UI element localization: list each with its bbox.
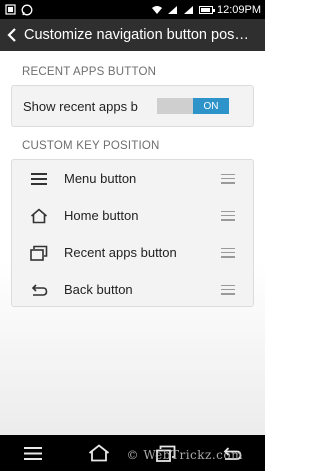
status-bar: 12:09PM [0, 0, 265, 19]
page-title: Customize navigation button pos… [24, 27, 249, 43]
wifi-icon [151, 4, 163, 16]
drag-handle-icon[interactable] [221, 210, 235, 221]
drag-handle-icon[interactable] [221, 247, 235, 258]
section-header-custom-key: CUSTOM KEY POSITION [22, 140, 160, 152]
list-item[interactable]: Recent apps button [12, 234, 253, 271]
status-left-icons [4, 4, 33, 16]
list-item-label: Menu button [64, 171, 137, 186]
nav-menu-button[interactable] [13, 438, 53, 468]
list-item[interactable]: Home button [12, 197, 253, 234]
drag-handle-icon[interactable] [221, 173, 235, 184]
menu-icon [24, 446, 43, 460]
watermark: © WebTrickz.com [126, 448, 243, 462]
list-item[interactable]: Menu button [12, 160, 253, 197]
recent-apps-toggle[interactable]: ON [157, 98, 229, 114]
list-item-label: Back button [64, 282, 133, 297]
battery-icon [198, 5, 215, 14]
toggle-off-segment [157, 98, 193, 114]
drag-handle-icon[interactable] [221, 284, 235, 295]
status-time: 12:09PM [216, 3, 261, 16]
home-icon [29, 206, 49, 226]
action-bar: Customize navigation button pos… [0, 19, 265, 51]
list-item-label: Home button [64, 208, 139, 223]
home-icon [89, 444, 110, 462]
signal-icon [167, 4, 179, 16]
custom-key-card: Menu button Home button Recent apps butt… [11, 159, 254, 307]
toggle-on-segment: ON [193, 98, 229, 114]
section-header-recent-apps: RECENT APPS BUTTON [22, 66, 157, 78]
status-right-icons: 12:09PM [151, 4, 261, 16]
toggle-label: Show recent apps b [23, 98, 138, 114]
recent-apps-card: Show recent apps b ON [11, 85, 254, 127]
settings-content: RECENT APPS BUTTON Show recent apps b ON… [0, 51, 265, 435]
list-item[interactable]: Back button [12, 271, 253, 308]
chevron-left-icon [7, 28, 16, 42]
back-icon [29, 280, 49, 300]
menu-icon [29, 169, 49, 189]
nav-home-button[interactable] [79, 438, 119, 468]
recent-apps-icon [29, 243, 49, 263]
whatsapp-icon [21, 4, 33, 16]
up-navigation-button[interactable] [0, 19, 24, 51]
recent-apps-toggle-row[interactable]: Show recent apps b ON [12, 86, 253, 126]
signal-icon [183, 4, 195, 16]
list-item-label: Recent apps button [64, 245, 177, 260]
screenshot-icon [4, 4, 16, 16]
